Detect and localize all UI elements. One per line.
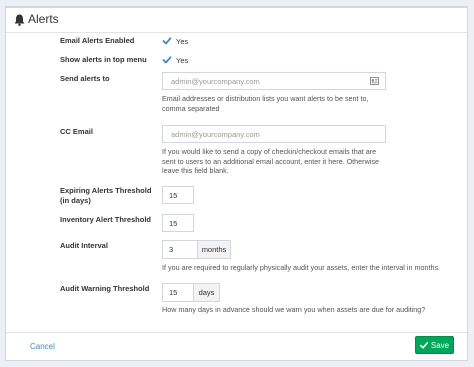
expiring-threshold-label-line1: Expiring Alerts Threshold — [60, 186, 152, 195]
email-alerts-option-label: Yes — [176, 36, 189, 46]
top-menu-option-label: Yes — [176, 55, 189, 65]
inventory-threshold-label: Inventory Alert Threshold — [60, 215, 151, 224]
check-icon — [419, 341, 428, 349]
alerts-panel: Alerts Email Alerts Enabled Yes Show ale… — [5, 6, 468, 361]
audit-interval-unit: months — [197, 240, 231, 259]
footer-divider — [6, 332, 467, 333]
email-alerts-label: Email Alerts Enabled — [60, 36, 135, 45]
inventory-threshold-input[interactable]: 15 — [162, 214, 194, 232]
audit-warning-help: How many days in advance should we warn … — [162, 305, 426, 314]
expiring-threshold-label-line2: (in days) — [60, 196, 91, 205]
bell-icon — [14, 14, 25, 26]
send-alerts-help-line1: Email addresses or distribution lists yo… — [162, 94, 369, 103]
top-menu-checkbox-row[interactable]: Yes — [162, 55, 188, 65]
audit-interval-help: If you are required to regularly physica… — [162, 263, 441, 272]
expiring-threshold-label: Expiring Alerts Threshold (in days) — [60, 186, 151, 206]
send-alerts-label: Send alerts to — [60, 74, 110, 83]
audit-warning-label: Audit Warning Threshold — [60, 284, 150, 293]
cc-email-input[interactable]: admin@yourcompany.com — [162, 125, 386, 143]
cc-email-help-line2: sent to users to an additional email acc… — [162, 156, 379, 166]
cancel-link[interactable]: Cancel — [30, 342, 55, 351]
cc-email-help-line3: leave this field blank. — [162, 166, 229, 175]
send-alerts-placeholder: admin@yourcompany.com — [171, 76, 260, 86]
cc-email-label: CC Email — [60, 127, 93, 136]
top-menu-label: Show alerts in top menu — [60, 55, 147, 64]
top-menu-checkbox[interactable] — [162, 55, 172, 65]
expiring-threshold-input[interactable]: 15 — [162, 186, 194, 204]
audit-warning-input[interactable]: 15 — [162, 283, 194, 302]
checkmark-icon — [162, 56, 172, 64]
checkmark-icon — [162, 37, 172, 45]
save-button[interactable]: Save — [415, 336, 454, 354]
address-card-icon — [370, 77, 379, 85]
audit-interval-label: Audit Interval — [60, 241, 108, 250]
send-alerts-help-line2: comma separated — [162, 103, 220, 113]
email-alerts-checkbox[interactable] — [162, 36, 172, 46]
cc-email-help: If you would like to send a copy of chec… — [162, 147, 379, 176]
cc-email-help-line1: If you would like to send a copy of chec… — [162, 147, 377, 156]
audit-interval-input[interactable]: 3 — [162, 240, 198, 259]
save-button-label: Save — [430, 340, 450, 350]
email-alerts-checkbox-row[interactable]: Yes — [162, 36, 188, 46]
send-alerts-help: Email addresses or distribution lists yo… — [162, 94, 369, 113]
panel-title: Alerts — [28, 12, 59, 26]
panel-header: Alerts — [6, 8, 467, 33]
cc-email-placeholder: admin@yourcompany.com — [171, 129, 260, 139]
audit-warning-unit: days — [193, 283, 220, 302]
send-alerts-input[interactable]: admin@yourcompany.com — [162, 72, 386, 90]
